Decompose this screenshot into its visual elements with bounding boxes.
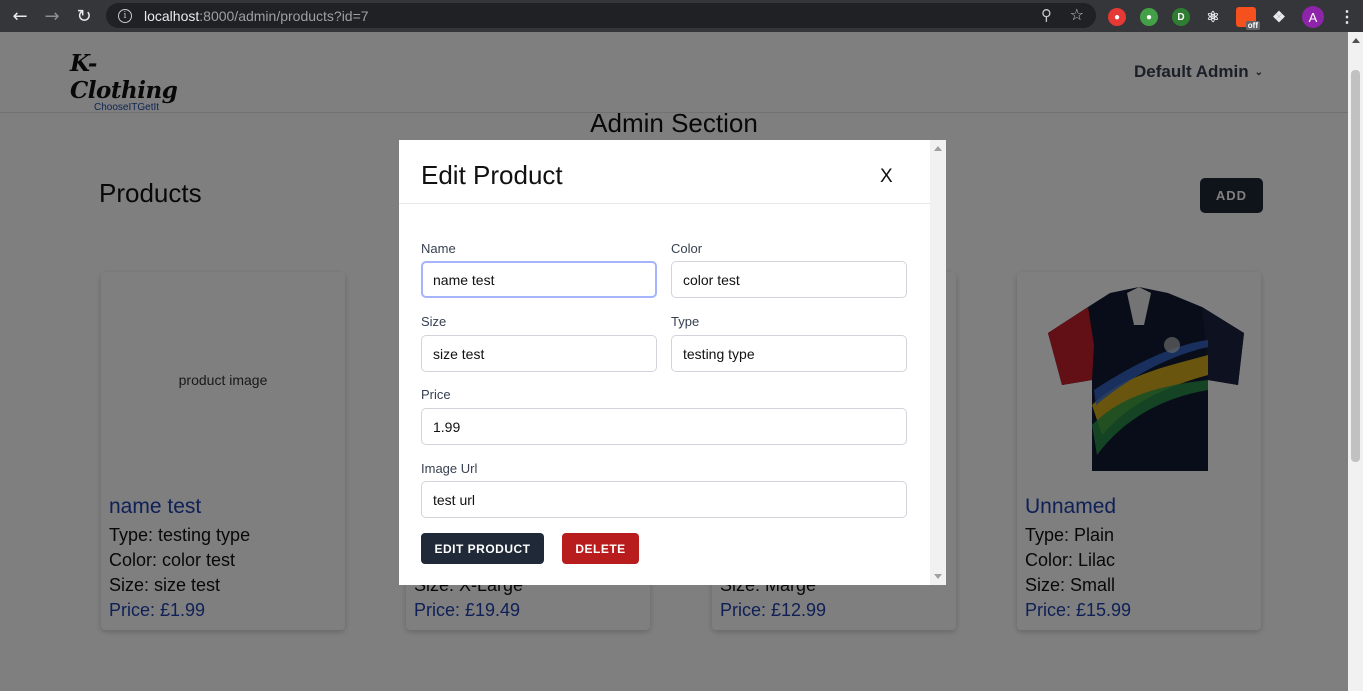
extensions-puzzle-icon[interactable]: ❖	[1270, 8, 1288, 26]
page-scrollbar[interactable]	[1348, 32, 1363, 691]
price-label: Price	[421, 387, 451, 402]
address-bar[interactable]: i localhost:8000/admin/products?id=7 ⚲ ☆	[106, 3, 1096, 28]
url-text: localhost:8000/admin/products?id=7	[144, 7, 369, 24]
reload-icon[interactable]: ↻	[68, 0, 100, 32]
extension-d-icon[interactable]: D	[1172, 8, 1190, 26]
extension-globe-icon[interactable]: ●	[1140, 8, 1158, 26]
modal-scrollbar[interactable]	[930, 140, 946, 585]
bookmark-star-icon[interactable]: ☆	[1070, 5, 1084, 24]
image-url-field[interactable]: test url	[421, 481, 907, 518]
color-label: Color	[671, 241, 703, 256]
extensions-area: ● ● D ⚛ off ❖ A ⋮	[1108, 6, 1356, 30]
name-label: Name	[421, 241, 456, 256]
scrollbar-thumb[interactable]	[1351, 70, 1360, 462]
scroll-down-icon[interactable]	[934, 574, 942, 579]
scroll-up-icon[interactable]	[1352, 38, 1360, 43]
back-icon[interactable]: ←	[4, 0, 36, 32]
adblock-extension-icon[interactable]: ●	[1108, 8, 1126, 26]
name-field[interactable]: name test	[421, 261, 657, 298]
browser-menu-icon[interactable]: ⋮	[1338, 8, 1356, 26]
size-field[interactable]: size test	[421, 335, 657, 372]
scroll-up-icon[interactable]	[934, 146, 942, 151]
site-info-icon[interactable]: i	[118, 8, 132, 23]
modal-title: Edit Product	[421, 160, 563, 190]
page: K-Clothing ChooseITGetIt Default Admin ⌄…	[0, 32, 1348, 691]
react-devtools-icon[interactable]: ⚛	[1204, 8, 1222, 26]
delete-button[interactable]: DELETE	[562, 533, 639, 564]
type-field[interactable]: testing type	[671, 335, 907, 372]
zoom-icon[interactable]: ⚲	[1041, 6, 1052, 24]
profile-avatar[interactable]: A	[1302, 6, 1324, 28]
color-field[interactable]: color test	[671, 261, 907, 298]
size-label: Size	[421, 314, 447, 329]
edit-product-button[interactable]: EDIT PRODUCT	[421, 533, 544, 564]
edit-product-modal: Edit Product X Name name test Color colo…	[399, 140, 946, 585]
browser-toolbar: ← → ↻ i localhost:8000/admin/products?id…	[0, 0, 1363, 32]
extension-off-icon[interactable]: off	[1236, 7, 1260, 30]
price-field[interactable]: 1.99	[421, 408, 907, 445]
forward-icon[interactable]: →	[36, 0, 68, 32]
close-modal-button[interactable]: X	[880, 166, 893, 188]
modal-divider	[399, 203, 930, 204]
image-url-label: Image Url	[421, 461, 478, 476]
type-label: Type	[671, 314, 700, 329]
